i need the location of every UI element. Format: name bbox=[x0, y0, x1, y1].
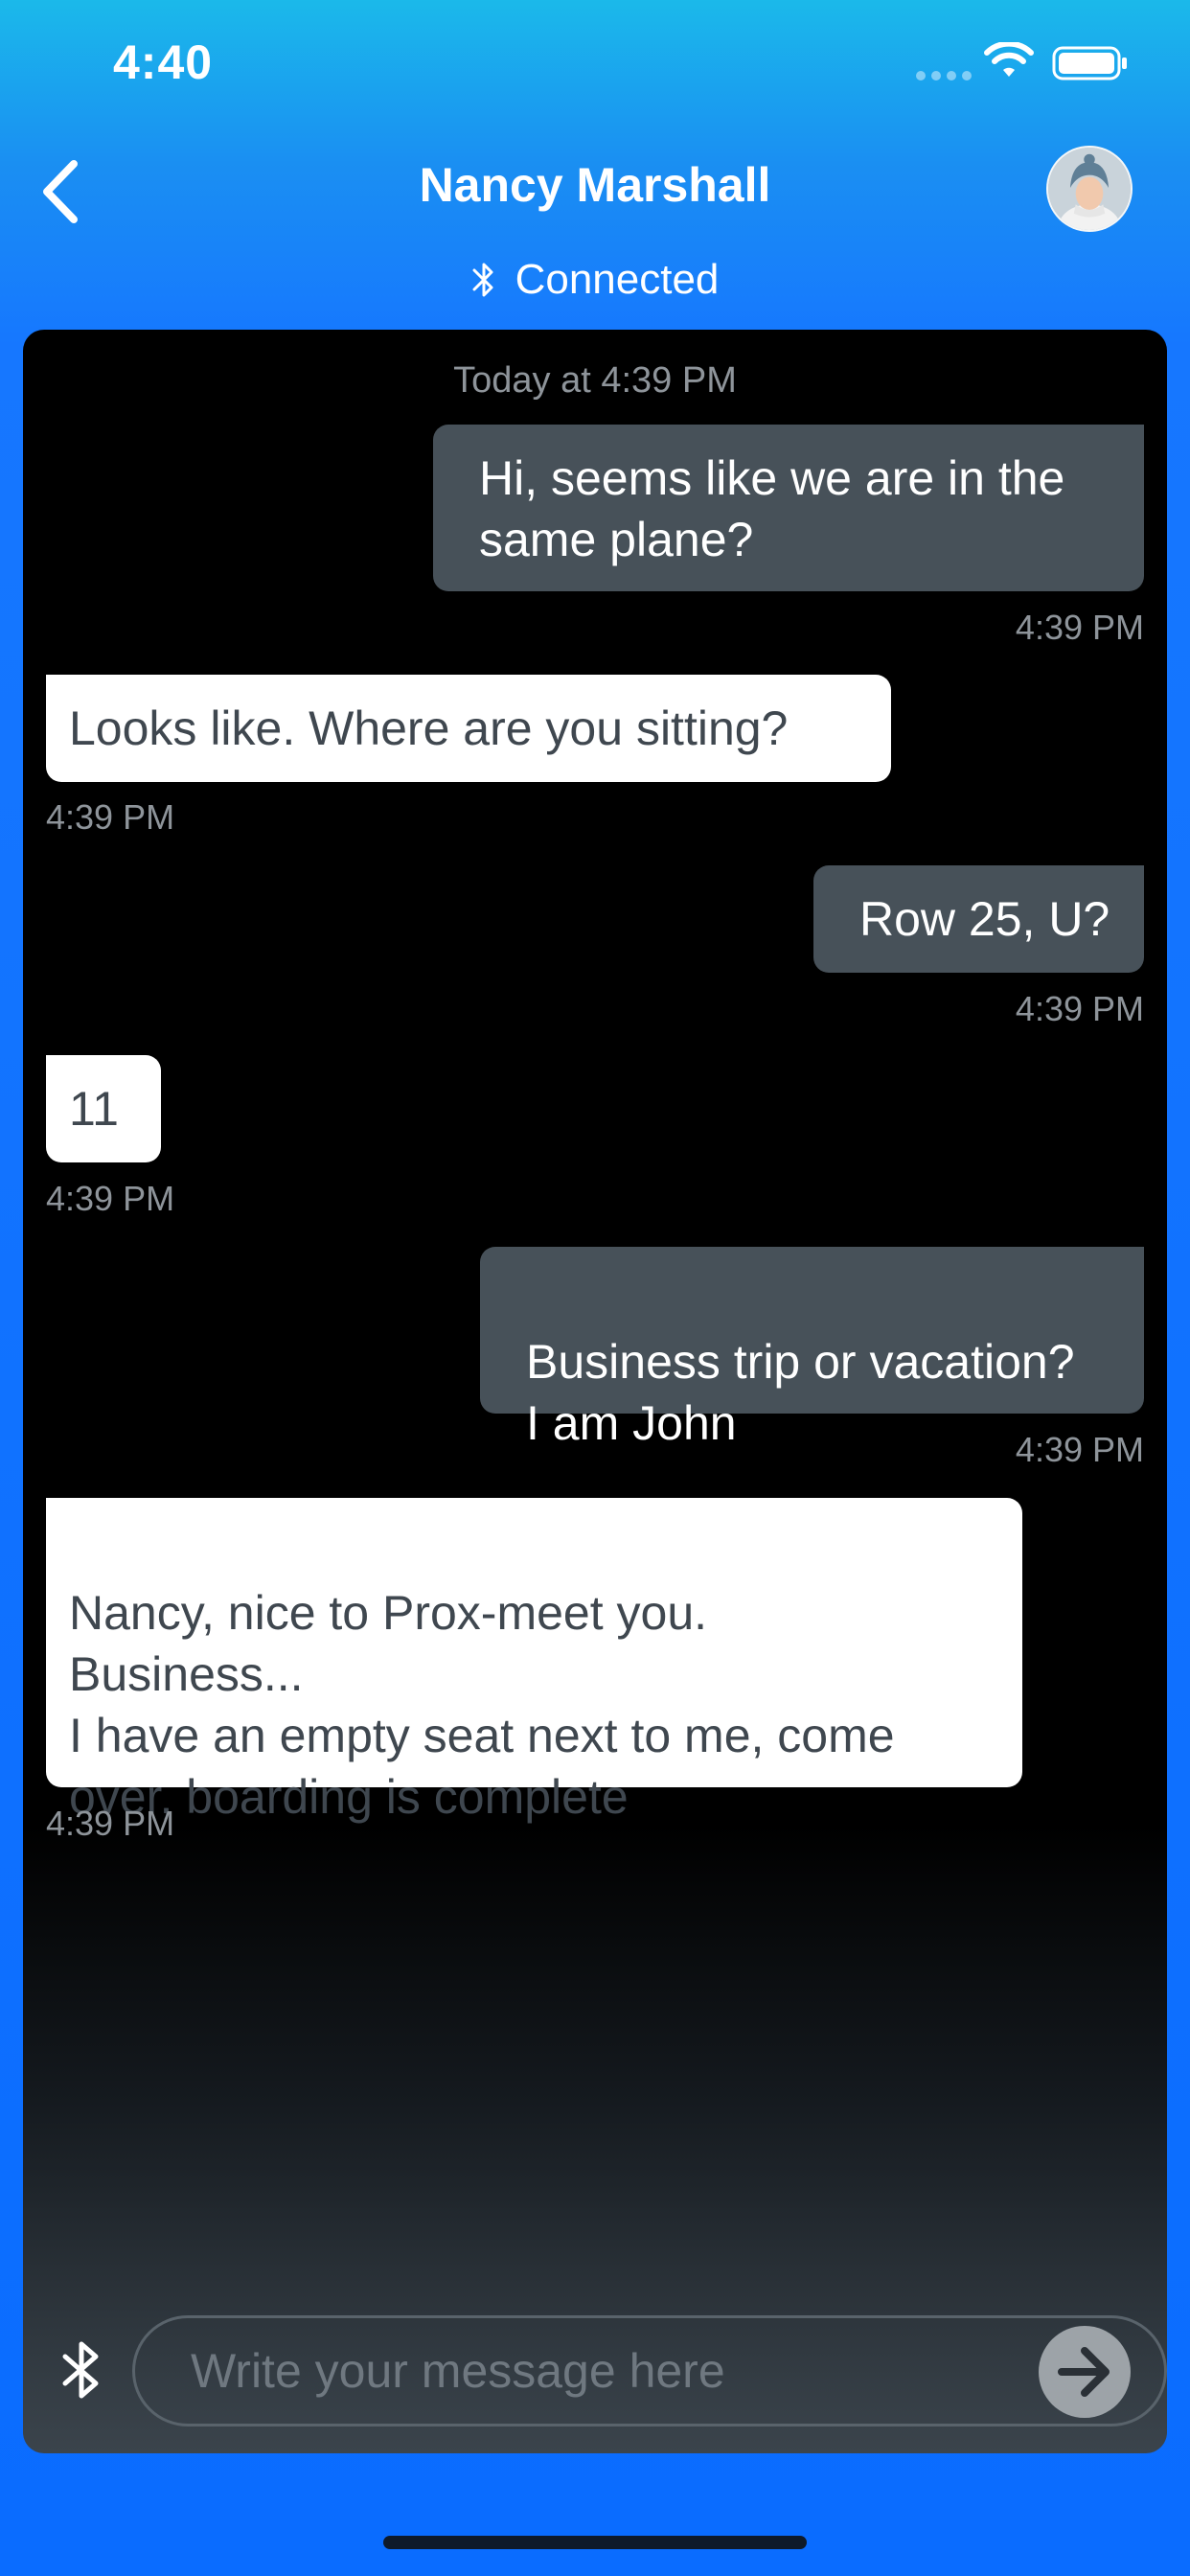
message-time: 4:39 PM bbox=[1015, 989, 1144, 1028]
status-time: 4:40 bbox=[113, 35, 214, 89]
chat-panel[interactable]: Today at 4:39 PM Hi, seems like we are i… bbox=[23, 330, 1167, 2453]
bluetooth-icon bbox=[62, 2341, 99, 2399]
message-time: 4:39 PM bbox=[1015, 1430, 1144, 1469]
outgoing-message[interactable]: Hi, seems like we are in the same plane? bbox=[433, 425, 1144, 591]
avatar[interactable] bbox=[1046, 146, 1133, 232]
outgoing-message[interactable]: Row 25, U? bbox=[813, 865, 1144, 973]
connection-status: Connected bbox=[0, 251, 1190, 309]
date-stamp: Today at 4:39 PM bbox=[453, 360, 737, 401]
bluetooth-icon bbox=[472, 263, 493, 297]
message-input[interactable] bbox=[132, 2315, 1167, 2426]
incoming-message[interactable]: 11 bbox=[46, 1055, 161, 1162]
composer-bluetooth-button[interactable] bbox=[59, 2340, 103, 2400]
signal-dots-icon bbox=[916, 71, 972, 80]
message-text: 11 bbox=[69, 1082, 119, 1136]
user-avatar-icon bbox=[1048, 148, 1131, 230]
battery-icon bbox=[1052, 46, 1127, 80]
wifi-icon bbox=[984, 42, 1034, 77]
message-text: Nancy, nice to Prox-meet you. Business..… bbox=[69, 1586, 895, 1824]
send-button[interactable] bbox=[1039, 2326, 1131, 2418]
message-text: Hi, seems like we are in the same plane? bbox=[479, 451, 1065, 566]
connection-status-label: Connected bbox=[515, 256, 720, 303]
message-time: 4:39 PM bbox=[46, 1804, 175, 1843]
outgoing-message[interactable]: Business trip or vacation? I am John bbox=[480, 1247, 1144, 1450]
contact-name: Nancy Marshall bbox=[419, 158, 771, 212]
message-text: Row 25, U? bbox=[859, 892, 1110, 946]
incoming-message[interactable]: Looks like. Where are you sitting? bbox=[46, 675, 891, 782]
message-text: Looks like. Where are you sitting? bbox=[69, 702, 789, 755]
message-text: Business trip or vacation? I am John bbox=[526, 1335, 1075, 1450]
status-bar: 4:40 bbox=[0, 0, 1190, 125]
message-time: 4:39 PM bbox=[46, 1179, 175, 1218]
home-indicator[interactable] bbox=[383, 2536, 807, 2549]
arrow-right-icon bbox=[1058, 2347, 1110, 2397]
message-time: 4:39 PM bbox=[46, 797, 175, 837]
incoming-message[interactable]: Nancy, nice to Prox-meet you. Business..… bbox=[46, 1498, 1022, 1824]
message-time: 4:39 PM bbox=[1015, 608, 1144, 647]
